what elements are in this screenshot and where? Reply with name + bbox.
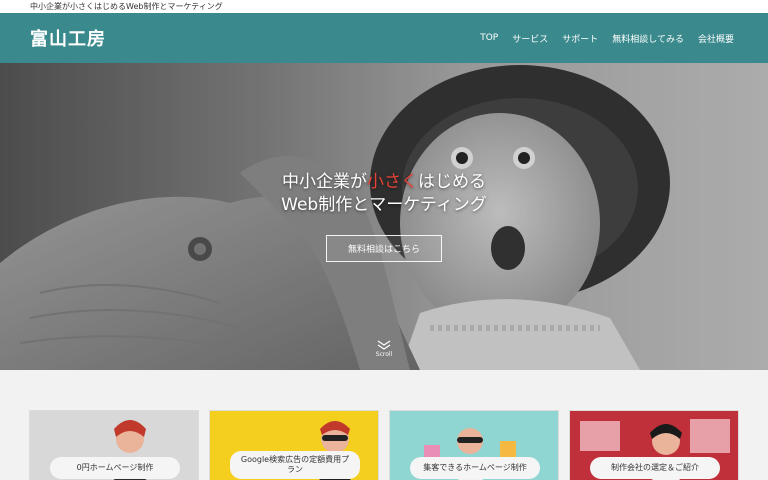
card-label: Google検索広告の定額費用プラン <box>230 451 360 479</box>
free-consultation-button[interactable]: 無料相談はこちら <box>326 235 442 262</box>
chevron-down-icon <box>377 340 391 350</box>
hero-title-highlight: 小さく <box>367 172 418 192</box>
nav-item-support[interactable]: サポート <box>562 32 598 45</box>
nav-item-free-consultation[interactable]: 無料相談してみる <box>612 32 684 45</box>
nav-item-services[interactable]: サービス <box>512 32 548 45</box>
logo-text: 富山工房 <box>30 29 106 50</box>
hero-title-line2: Web制作とマーケティング <box>281 195 487 215</box>
card-label: 0円ホームページ制作 <box>50 457 180 479</box>
service-card-free-homepage[interactable]: 0円ホームページ制作 <box>29 410 199 480</box>
scroll-indicator[interactable]: Scroll <box>360 340 408 358</box>
card-label: 集客できるホームページ制作 <box>410 457 540 479</box>
hero-section: 中小企業が小さくはじめる Web制作とマーケティング 無料相談はこちら Scro… <box>0 63 768 370</box>
top-tagline-bar: 中小企業が小さくはじめるWeb制作とマーケティング <box>0 0 768 13</box>
nav-item-top[interactable]: TOP <box>480 33 498 43</box>
service-card-google-ads[interactable]: Google検索広告の定額費用プラン <box>209 410 379 480</box>
service-card-agency-referral[interactable]: 制作会社の選定＆ご紹介 <box>569 410 739 480</box>
hero-title-part1: 中小企業が <box>282 172 367 192</box>
service-card-lead-generation-site[interactable]: 集客できるホームページ制作 <box>389 410 559 480</box>
scroll-label: Scroll <box>375 351 393 358</box>
site-tagline: 中小企業が小さくはじめるWeb制作とマーケティング <box>30 2 223 11</box>
hero-title-line1: 中小企業が小さくはじめる <box>0 171 768 194</box>
site-logo[interactable]: 富山工房 <box>30 25 106 51</box>
nav-item-company[interactable]: 会社概要 <box>698 32 734 45</box>
site-header: 富山工房 TOP サービス サポート 無料相談してみる 会社概要 <box>0 13 768 63</box>
hero-title-part2: はじめる <box>418 172 486 192</box>
card-label: 制作会社の選定＆ご紹介 <box>590 457 720 479</box>
main-nav: TOP サービス サポート 無料相談してみる 会社概要 <box>466 13 734 63</box>
service-cards: 0円ホームページ制作 Google検索広告の定額費用プラン 集客できるホームペー… <box>0 370 768 480</box>
